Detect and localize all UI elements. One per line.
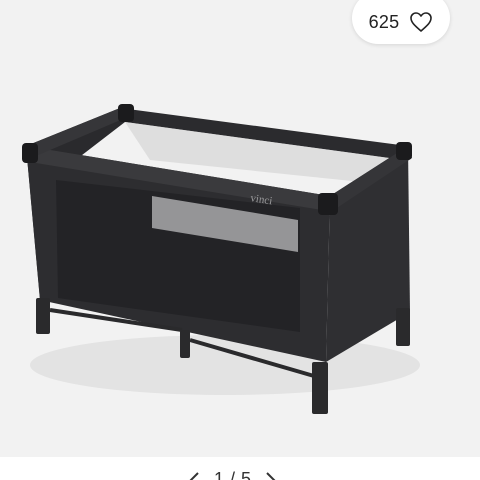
leg-front-right [312,362,328,414]
pager-separator: / [230,469,236,480]
like-count: 625 [368,11,400,32]
chevron-left-icon[interactable] [188,471,200,480]
corner-cap-front-right [318,193,338,215]
corner-cap-back-right [396,142,412,160]
travel-cot-image: vinci [22,104,420,414]
leg-front-left [36,298,50,334]
chevron-right-icon[interactable] [265,471,277,480]
pager-total: 5 [241,469,252,480]
pager-text: 1 / 5 [214,469,251,480]
floor-shadow [30,335,420,395]
leg-back-right [396,308,410,346]
corner-cap-back-left [118,104,134,122]
leg-middle [180,330,190,358]
like-button[interactable]: 625 [352,0,450,44]
image-pager: 1 / 5 [0,457,480,480]
pager-current: 1 [214,469,225,480]
product-image-area[interactable]: vinci 625 [0,0,480,457]
heart-outline-icon [410,12,433,32]
corner-cap-front-left [22,143,38,163]
